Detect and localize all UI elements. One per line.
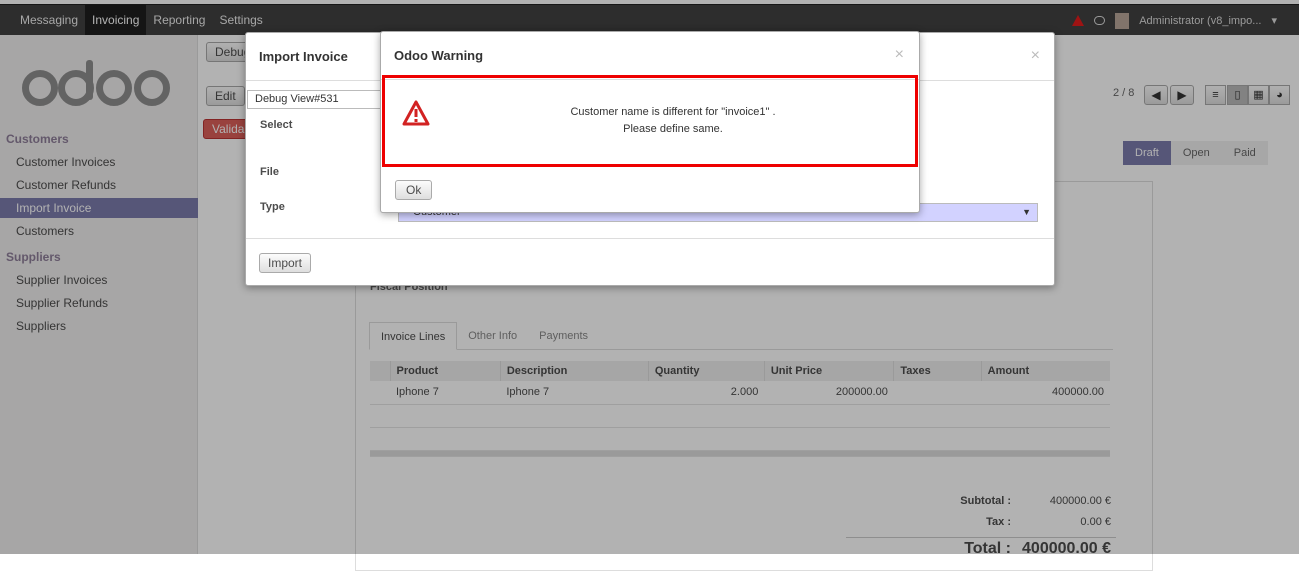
warning-dialog-title: Odoo Warning: [394, 48, 484, 63]
close-icon[interactable]: ×: [1031, 47, 1040, 65]
warning-message-line1: Customer name is different for "invoice1…: [570, 106, 776, 118]
ok-button[interactable]: Ok: [395, 180, 433, 200]
debug-view-select[interactable]: Debug View#531: [247, 90, 382, 109]
warning-message-line2: Please define same.: [623, 123, 723, 135]
select-label: Select: [260, 119, 293, 131]
warning-icon: [402, 100, 430, 126]
caret-down-icon: ▼: [1022, 207, 1031, 217]
warning-message: Customer name is different for "invoice1…: [445, 104, 901, 138]
warning-message-box: Customer name is different for "invoice1…: [382, 75, 918, 167]
close-icon[interactable]: ×: [895, 46, 904, 64]
odoo-warning-dialog: Odoo Warning × Customer name is differen…: [380, 31, 920, 213]
type-label: Type: [260, 201, 285, 213]
file-label: File: [260, 166, 279, 178]
import-button[interactable]: Import: [259, 253, 312, 273]
import-dialog-title: Import Invoice: [259, 49, 348, 64]
